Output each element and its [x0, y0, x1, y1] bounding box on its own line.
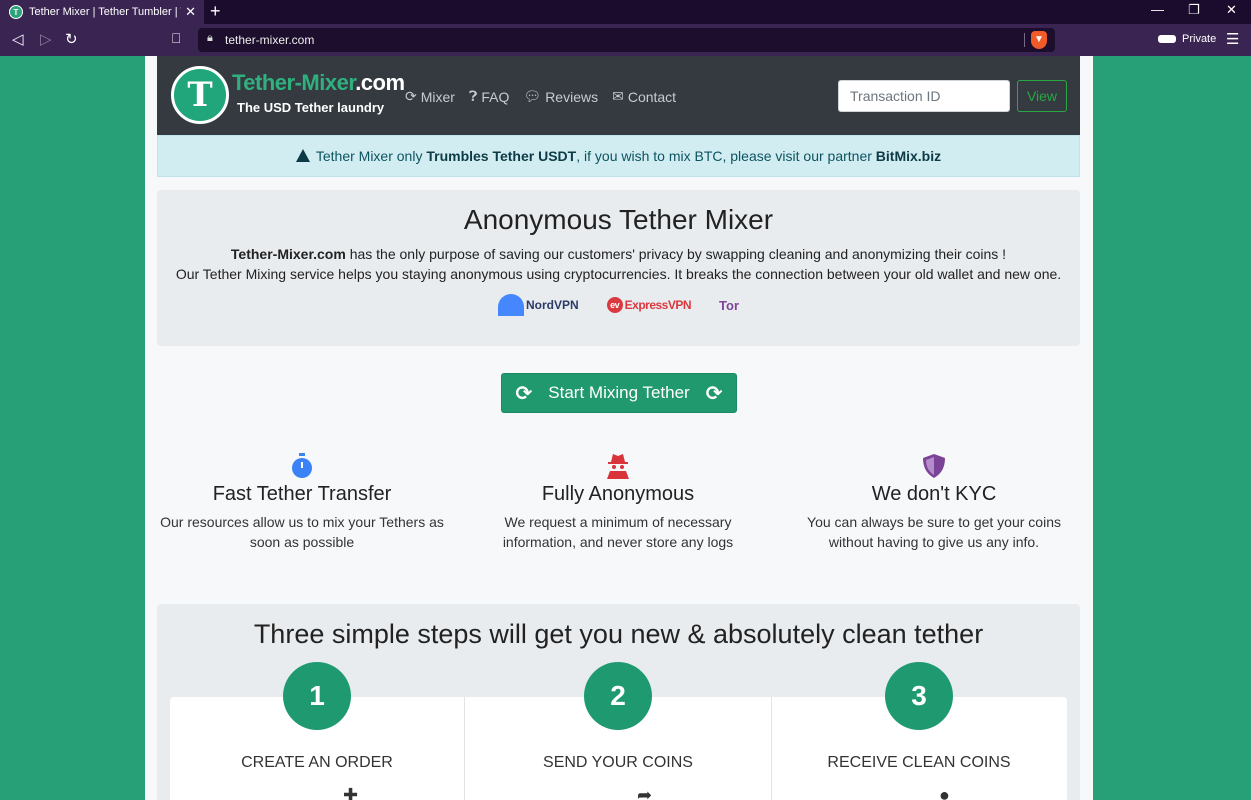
- steps-section: Three simple steps will get you new & ab…: [157, 604, 1080, 800]
- feature-anonymous: Fully Anonymous We request a minimum of …: [470, 453, 766, 552]
- page-title: Anonymous Tether Mixer: [463, 204, 774, 235]
- step-label-2: SEND YOUR COINS: [543, 754, 693, 771]
- step-number-2: 2: [584, 662, 652, 730]
- partner-logos: NordVPN ev ExpressVPN Tor: [157, 294, 1080, 316]
- step-label-3: RECEIVE CLEAN COINS: [827, 754, 1011, 771]
- refresh-icon: ⟳: [515, 382, 533, 405]
- browser-tab-bar: T Tether Mixer | Tether Tumbler | Tether…: [0, 0, 1251, 24]
- view-button[interactable]: View: [1017, 80, 1067, 112]
- browser-toolbar: ◁ ▷ ↻ ⎕ 🔒︎ tether-mixer.com ▼ Private ☰: [0, 24, 1251, 56]
- nav-contact[interactable]: ✉ Contact: [612, 88, 676, 105]
- refresh-icon: ⟳: [705, 382, 723, 405]
- lock-icon: 🔒︎: [207, 32, 213, 44]
- minimize-icon[interactable]: —: [1151, 2, 1164, 17]
- url-text: tether-mixer.com: [225, 33, 315, 47]
- intro-line-2: Our Tether Mixing service helps you stay…: [175, 266, 1062, 282]
- plus-icon: ✚: [343, 785, 359, 800]
- close-tab-icon[interactable]: ✕: [185, 4, 196, 20]
- tether-coin-icon: ●: [939, 785, 950, 800]
- reload-icon[interactable]: ↻: [65, 30, 78, 48]
- feature-text: You can always be sure to get your coins…: [807, 514, 1061, 550]
- transaction-id-input[interactable]: [838, 80, 1010, 112]
- feature-title: Fully Anonymous: [541, 483, 695, 505]
- shield-icon: [923, 454, 945, 478]
- nordvpn-logo[interactable]: NordVPN: [497, 294, 579, 316]
- bookmark-icon[interactable]: ⎕: [172, 30, 180, 47]
- main-nav: ⟳ Mixer ❓︎ FAQ 💬︎ Reviews ✉ Contact: [405, 88, 676, 105]
- info-alert: Tether Mixer only Trumbles Tether USDT, …: [157, 135, 1080, 177]
- step-divider: [464, 697, 465, 800]
- tether-logo-icon[interactable]: T: [171, 66, 229, 124]
- back-icon[interactable]: ◁: [12, 30, 24, 48]
- start-mixing-button[interactable]: ⟳ Start Mixing Tether ⟳: [501, 373, 737, 413]
- menu-icon[interactable]: ☰: [1226, 30, 1239, 48]
- envelope-icon: ✉: [612, 88, 624, 104]
- site-header: T Tether-Mixer.com The USD Tether laundr…: [157, 56, 1080, 135]
- private-indicator: Private: [1158, 33, 1216, 45]
- bitmix-link[interactable]: BitMix.biz: [876, 148, 941, 164]
- browser-tab[interactable]: T Tether Mixer | Tether Tumbler | Tether…: [0, 0, 204, 24]
- warning-icon: [295, 148, 310, 162]
- forward-icon[interactable]: ▷: [40, 30, 52, 48]
- feature-title: Fast Tether Transfer: [212, 483, 392, 505]
- intro-jumbotron: Anonymous Tether Mixer Tether-Mixer.com …: [157, 190, 1080, 346]
- step-number-3: 3: [885, 662, 953, 730]
- close-window-icon[interactable]: ✕: [1226, 2, 1237, 18]
- step-divider: [771, 697, 772, 800]
- page-container: T Tether-Mixer.com The USD Tether laundr…: [145, 56, 1093, 800]
- logo-name[interactable]: Tether-Mixer.com: [232, 70, 405, 96]
- feature-fast-transfer: Fast Tether Transfer Our resources allow…: [157, 453, 447, 552]
- step-label-1: CREATE AN ORDER: [241, 754, 393, 771]
- step-number-1: 1: [283, 662, 351, 730]
- nav-faq[interactable]: ❓︎ FAQ: [469, 88, 509, 105]
- intro-line-1: Tether-Mixer.com has the only purpose of…: [230, 246, 1007, 262]
- refresh-icon: ⟳: [405, 88, 417, 104]
- tor-logo[interactable]: Tor: [719, 298, 739, 313]
- brave-shield-icon[interactable]: ▼: [1031, 31, 1047, 49]
- feature-no-kyc: We don't KYC You can always be sure to g…: [788, 453, 1080, 552]
- address-bar[interactable]: 🔒︎ tether-mixer.com ▼: [198, 28, 1055, 52]
- feature-title: We don't KYC: [871, 483, 997, 505]
- nordvpn-mountain-icon: [497, 294, 524, 316]
- share-arrow-icon: ➦: [637, 785, 653, 800]
- private-label: Private: [1182, 33, 1217, 45]
- stopwatch-icon: [292, 453, 312, 478]
- address-separator: [1024, 33, 1025, 47]
- expressvpn-logo[interactable]: ev ExpressVPN: [606, 297, 692, 313]
- new-tab-icon[interactable]: +: [210, 1, 221, 21]
- expressvpn-icon: ev: [606, 297, 623, 313]
- steps-title: Three simple steps will get you new & ab…: [253, 619, 984, 649]
- feature-text: We request a minimum of necessary inform…: [502, 514, 734, 550]
- logo-tagline: The USD Tether laundry: [237, 100, 385, 115]
- spy-icon: [607, 454, 629, 479]
- comments-icon: 💬︎: [523, 88, 542, 104]
- tab-title: Tether Mixer | Tether Tumbler | Tether: [29, 6, 181, 18]
- feature-text: Our resources allow us to mix your Tethe…: [160, 514, 444, 550]
- restore-icon[interactable]: ❐: [1188, 2, 1200, 18]
- tether-favicon-icon: T: [9, 5, 23, 19]
- nav-mixer[interactable]: ⟳ Mixer: [405, 88, 455, 105]
- nav-reviews[interactable]: 💬︎ Reviews: [523, 88, 598, 105]
- private-glasses-icon: [1158, 35, 1176, 43]
- question-icon: ❓︎: [468, 88, 478, 104]
